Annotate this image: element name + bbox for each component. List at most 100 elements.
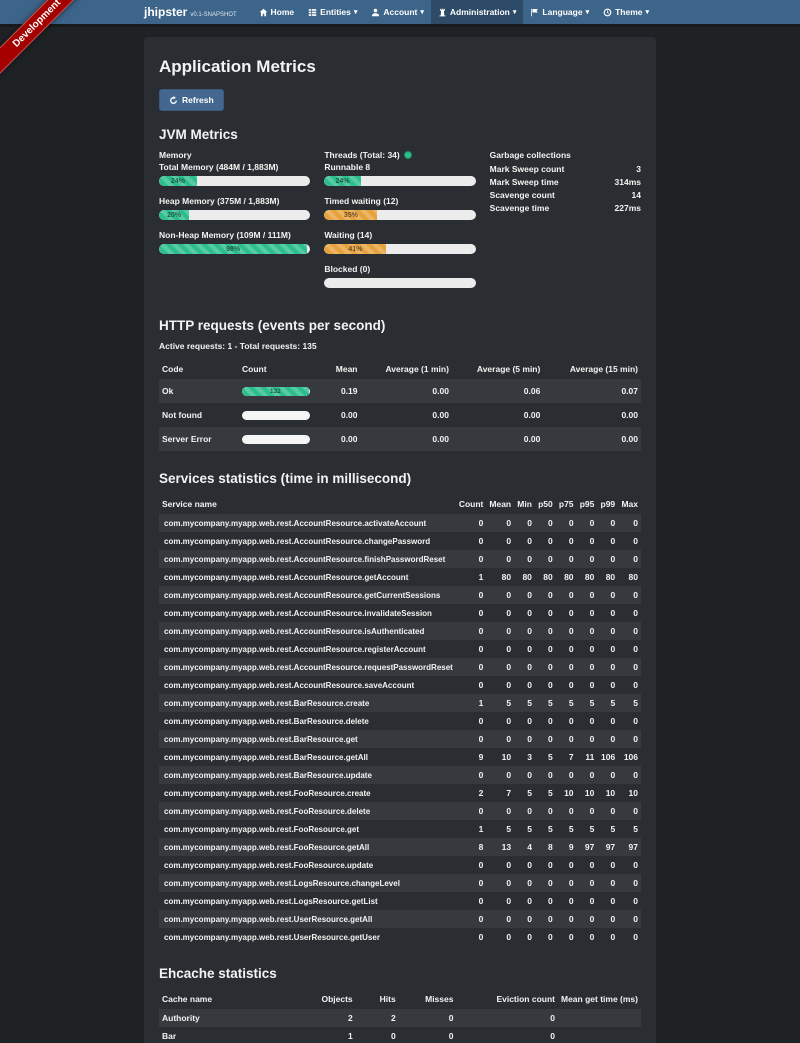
service-name-cell: com.mycompany.myapp.web.rest.AccountReso… <box>159 658 456 676</box>
nav-item-language[interactable]: Language ▾ <box>523 0 596 24</box>
services-table: Service name Count Mean Min p50 p75 p95 … <box>159 494 641 946</box>
service-p50-cell: 5 <box>535 694 556 712</box>
cache-eviction-cell: 0 <box>456 1009 558 1027</box>
service-min-cell: 0 <box>514 766 535 784</box>
col-header-count: Count <box>239 359 324 379</box>
service-p95-cell: 0 <box>577 730 598 748</box>
service-count-cell: 0 <box>456 514 487 532</box>
service-mean-cell: 0 <box>486 658 514 676</box>
service-table-row: com.mycompany.myapp.web.rest.AccountReso… <box>159 550 641 568</box>
metrics-panel: Application Metrics Refresh JVM Metrics … <box>144 37 656 1043</box>
thread-dump-eye-icon[interactable] <box>404 151 412 159</box>
refresh-button[interactable]: Refresh <box>159 89 224 111</box>
service-mean-cell: 0 <box>486 856 514 874</box>
service-min-cell: 0 <box>514 802 535 820</box>
service-p95-cell: 0 <box>577 802 598 820</box>
service-min-cell: 0 <box>514 604 535 622</box>
col-header-hits: Hits <box>356 989 399 1009</box>
service-max-cell: 97 <box>618 838 641 856</box>
metric-label: Heap Memory (375M / 1,883M) <box>159 196 310 206</box>
metric-label: Runnable 8 <box>324 162 475 172</box>
nav-item-home[interactable]: Home <box>252 0 302 24</box>
col-header-max: Max <box>618 494 641 514</box>
service-p75-cell: 0 <box>556 766 577 784</box>
service-p99-cell: 0 <box>597 604 618 622</box>
service-min-cell: 0 <box>514 586 535 604</box>
service-min-cell: 0 <box>514 676 535 694</box>
refresh-label: Refresh <box>182 95 214 105</box>
http-table-row: Not found 0.00 0.00 0.00 0.00 <box>159 403 641 427</box>
service-max-cell: 0 <box>618 730 641 748</box>
user-icon <box>371 8 380 17</box>
service-p95-cell: 0 <box>577 874 598 892</box>
service-p50-cell: 0 <box>535 910 556 928</box>
service-table-row: com.mycompany.myapp.web.rest.BarResource… <box>159 694 641 712</box>
service-max-cell: 0 <box>618 856 641 874</box>
http-code-cell: Not found <box>159 403 239 427</box>
service-name-cell: com.mycompany.myapp.web.rest.AccountReso… <box>159 532 456 550</box>
service-p50-cell: 5 <box>535 748 556 766</box>
service-name-cell: com.mycompany.myapp.web.rest.LogsResourc… <box>159 874 456 892</box>
service-max-cell: 0 <box>618 658 641 676</box>
service-p95-cell: 5 <box>577 820 598 838</box>
http-avg5-cell: 0.06 <box>452 379 543 403</box>
brand-link[interactable]: jhipster v0.1-SNAPSHOT <box>144 5 237 19</box>
service-table-row: com.mycompany.myapp.web.rest.BarResource… <box>159 730 641 748</box>
col-header-cache-name: Cache name <box>159 989 302 1009</box>
ehcache-table-row: Authority 2 2 0 0 <box>159 1009 641 1027</box>
service-min-cell: 0 <box>514 874 535 892</box>
service-p75-cell: 80 <box>556 568 577 586</box>
service-count-cell: 0 <box>456 856 487 874</box>
service-max-cell: 0 <box>618 622 641 640</box>
service-mean-cell: 0 <box>486 928 514 946</box>
service-p99-cell: 0 <box>597 928 618 946</box>
service-p50-cell: 0 <box>535 874 556 892</box>
tower-icon <box>438 8 447 17</box>
col-header-min: Min <box>514 494 535 514</box>
nav-item-administration[interactable]: Administration ▾ <box>431 0 524 24</box>
nav-item-entities[interactable]: Entities ▾ <box>301 0 364 24</box>
service-min-cell: 0 <box>514 910 535 928</box>
service-max-cell: 0 <box>618 802 641 820</box>
col-header-code: Code <box>159 359 239 379</box>
service-name-cell: com.mycompany.myapp.web.rest.UserResourc… <box>159 910 456 928</box>
http-avg15-cell: 0.00 <box>543 427 641 451</box>
service-table-row: com.mycompany.myapp.web.rest.FooResource… <box>159 784 641 802</box>
service-name-cell: com.mycompany.myapp.web.rest.AccountReso… <box>159 586 456 604</box>
cache-name-cell: Authority <box>159 1009 302 1027</box>
service-p75-cell: 10 <box>556 784 577 802</box>
service-mean-cell: 0 <box>486 604 514 622</box>
service-mean-cell: 5 <box>486 694 514 712</box>
service-max-cell: 0 <box>618 586 641 604</box>
nav-item-account[interactable]: Account ▾ <box>364 0 431 24</box>
http-requests-summary: Active requests: 1 - Total requests: 135 <box>159 341 641 351</box>
service-count-cell: 0 <box>456 622 487 640</box>
service-name-cell: com.mycompany.myapp.web.rest.FooResource… <box>159 802 456 820</box>
service-p75-cell: 0 <box>556 730 577 748</box>
service-p75-cell: 5 <box>556 820 577 838</box>
nav-item-theme[interactable]: Theme ▾ <box>596 0 656 24</box>
page-title: Application Metrics <box>159 57 641 77</box>
nav-menu: Home Entities ▾ Account ▾ Administration… <box>252 0 656 24</box>
service-count-cell: 2 <box>456 784 487 802</box>
http-count-cell: 132 <box>239 379 324 403</box>
progress-track: 35% <box>324 210 475 220</box>
service-p50-cell: 0 <box>535 892 556 910</box>
service-min-cell: 0 <box>514 892 535 910</box>
service-table-row: com.mycompany.myapp.web.rest.AccountReso… <box>159 676 641 694</box>
service-p99-cell: 0 <box>597 766 618 784</box>
service-min-cell: 0 <box>514 550 535 568</box>
service-mean-cell: 0 <box>486 676 514 694</box>
service-count-cell: 0 <box>456 676 487 694</box>
service-max-cell: 106 <box>618 748 641 766</box>
service-table-row: com.mycompany.myapp.web.rest.UserResourc… <box>159 928 641 946</box>
service-mean-cell: 0 <box>486 586 514 604</box>
service-p50-cell: 0 <box>535 730 556 748</box>
service-p50-cell: 0 <box>535 532 556 550</box>
service-p50-cell: 0 <box>535 766 556 784</box>
service-count-cell: 0 <box>456 766 487 784</box>
service-min-cell: 5 <box>514 694 535 712</box>
cache-objects-cell: 1 <box>302 1027 355 1043</box>
progress-track: 20% <box>159 210 310 220</box>
service-name-cell: com.mycompany.myapp.web.rest.FooResource… <box>159 784 456 802</box>
